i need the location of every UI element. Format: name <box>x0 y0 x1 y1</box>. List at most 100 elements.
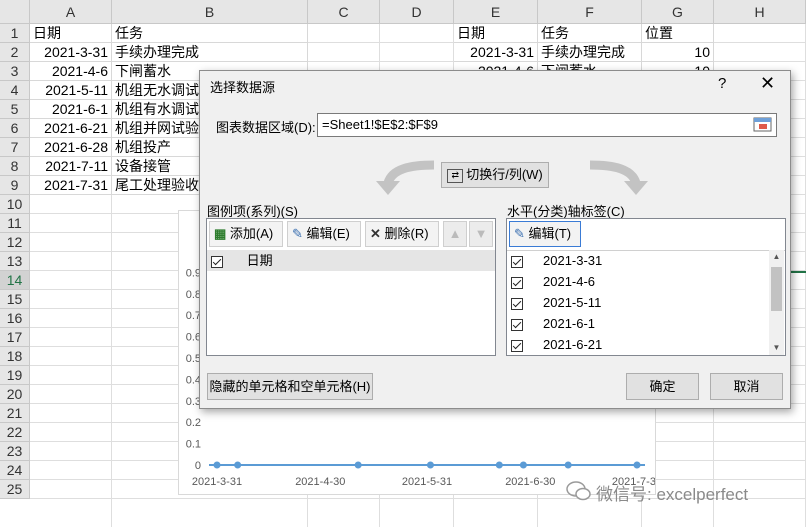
dialog-title: 选择数据源 <box>210 80 276 95</box>
column-header-b[interactable]: B <box>112 0 308 24</box>
switch-icon: ⇄ <box>447 168 464 183</box>
column-header-c[interactable]: C <box>308 0 380 24</box>
add-series-button[interactable]: ▦ 添加(A) <box>209 221 283 247</box>
switch-row-column-label: 切换行/列(W) <box>466 167 543 182</box>
cell-a1[interactable]: 日期 <box>30 24 112 43</box>
help-button[interactable]: ? <box>718 75 726 92</box>
row-header[interactable]: 11 <box>0 214 30 233</box>
cell-a7[interactable]: 2021-6-28 <box>30 138 112 157</box>
column-header-d[interactable]: D <box>380 0 454 24</box>
delete-series-button[interactable]: ✕ 删除(R) <box>365 221 439 247</box>
scroll-down-icon[interactable]: ▼ <box>769 341 784 355</box>
move-up-button[interactable]: ▲ <box>443 221 467 247</box>
data-point <box>564 461 572 469</box>
cell-b1[interactable]: 任务 <box>112 24 308 43</box>
row-header[interactable]: 5 <box>0 100 30 119</box>
axis-list-item[interactable]: 2021-6-1 <box>507 313 767 334</box>
chart-range-input[interactable]: =Sheet1!$E$2:$F$9 <box>317 113 777 137</box>
axis-item-label: 2021-6-1 <box>543 316 596 331</box>
row-header[interactable]: 18 <box>0 347 30 366</box>
scroll-up-icon[interactable]: ▲ <box>769 250 784 264</box>
cell-a2[interactable]: 2021-3-31 <box>30 43 112 62</box>
checkbox-checked-icon[interactable] <box>511 255 523 268</box>
data-point <box>495 461 503 469</box>
column-header-e[interactable]: E <box>454 0 538 24</box>
edit-series-button[interactable]: ✎ 编辑(E) <box>287 221 361 247</box>
axis-list-item[interactable]: 2021-4-6 <box>507 271 767 292</box>
select-data-source-dialog: 选择数据源 ? ✕ 图表数据区域(D): =Sheet1!$E$2:$F$9 ⇄… <box>199 70 791 409</box>
checkbox-checked-icon[interactable] <box>511 318 523 331</box>
row-header[interactable]: 6 <box>0 119 30 138</box>
cancel-button[interactable]: 取消 <box>710 373 783 400</box>
hidden-cells-button[interactable]: 隐藏的单元格和空单元格(H) <box>207 373 373 400</box>
move-down-button[interactable]: ▼ <box>469 221 493 247</box>
watermark: 微信号: excelperfect <box>566 478 796 504</box>
row-header[interactable]: 10 <box>0 195 30 214</box>
row-header[interactable]: 7 <box>0 138 30 157</box>
row-header[interactable]: 3 <box>0 62 30 81</box>
row-header[interactable]: 8 <box>0 157 30 176</box>
row-header[interactable]: 21 <box>0 404 30 423</box>
series-toolbar: ▦ 添加(A) ✎ 编辑(E) ✕ 删除(R) ▲ ▼ <box>207 219 495 251</box>
data-point <box>354 461 362 469</box>
cell-a4[interactable]: 2021-5-11 <box>30 81 112 100</box>
cell-a9[interactable]: 2021-7-31 <box>30 176 112 195</box>
row-header[interactable]: 19 <box>0 366 30 385</box>
row-header[interactable]: 2 <box>0 43 30 62</box>
row-header[interactable]: 16 <box>0 309 30 328</box>
checkbox-checked-icon[interactable] <box>511 276 523 289</box>
switch-row-column-button[interactable]: ⇄ 切换行/列(W) <box>441 162 549 188</box>
checkbox-checked-icon[interactable] <box>511 297 523 310</box>
cell-e2[interactable]: 2021-3-31 <box>454 43 538 62</box>
select-all-corner[interactable] <box>0 0 30 24</box>
ok-button[interactable]: 确定 <box>626 373 699 400</box>
delete-series-label: 删除(R) <box>384 226 429 241</box>
cell-g2[interactable]: 10 <box>642 43 714 62</box>
row-header[interactable]: 14 <box>0 271 30 290</box>
row-header[interactable]: 12 <box>0 233 30 252</box>
row-header[interactable]: 13 <box>0 252 30 271</box>
column-header-f[interactable]: F <box>538 0 642 24</box>
row-header[interactable]: 24 <box>0 461 30 480</box>
cell-a3[interactable]: 2021-4-6 <box>30 62 112 81</box>
cell-b2[interactable]: 手续办理完成 <box>112 43 308 62</box>
column-header-a[interactable]: A <box>30 0 112 24</box>
row-header[interactable]: 9 <box>0 176 30 195</box>
scrollbar-thumb[interactable] <box>771 267 782 311</box>
cell-a6[interactable]: 2021-6-21 <box>30 119 112 138</box>
cell-a8[interactable]: 2021-7-11 <box>30 157 112 176</box>
add-icon: ▦ <box>214 226 227 241</box>
row-header[interactable]: 25 <box>0 480 30 499</box>
axis-list-item[interactable]: 2021-5-11 <box>507 292 767 313</box>
row-header[interactable]: 23 <box>0 442 30 461</box>
close-button[interactable]: ✕ <box>760 73 775 94</box>
checkbox-checked-icon[interactable] <box>211 255 223 268</box>
axis-list-item[interactable]: 2021-3-31 <box>507 250 767 271</box>
row-header[interactable]: 4 <box>0 81 30 100</box>
chart-range-label: 图表数据区域(D): <box>216 120 316 135</box>
column-header-h[interactable]: H <box>714 0 806 24</box>
y-tick-label: 0 <box>195 460 201 472</box>
row-header[interactable]: 20 <box>0 385 30 404</box>
row-header[interactable]: 15 <box>0 290 30 309</box>
cell-f2[interactable]: 手续办理完成 <box>538 43 642 62</box>
add-series-label: 添加(A) <box>229 226 274 241</box>
column-header-g[interactable]: G <box>642 0 714 24</box>
edit-axis-button[interactable]: ✎ 编辑(T) <box>509 221 581 247</box>
edit-series-label: 编辑(E) <box>306 226 350 241</box>
axis-toolbar: ✎ 编辑(T) <box>507 219 785 251</box>
axis-scrollbar[interactable]: ▲ ▼ <box>769 250 784 355</box>
row-header[interactable]: 17 <box>0 328 30 347</box>
row-header[interactable]: 22 <box>0 423 30 442</box>
cell-e1[interactable]: 日期 <box>454 24 538 43</box>
checkbox-checked-icon[interactable] <box>511 339 523 352</box>
cell-f1[interactable]: 任务 <box>538 24 642 43</box>
axis-item-label: 2021-3-31 <box>543 253 603 268</box>
series-list-item[interactable]: 日期 <box>207 250 495 271</box>
row-header[interactable]: 1 <box>0 24 30 43</box>
cell-g1[interactable]: 位置 <box>642 24 714 43</box>
data-point <box>234 461 242 469</box>
cell-a5[interactable]: 2021-6-1 <box>30 100 112 119</box>
axis-list-item[interactable]: 2021-6-21 <box>507 334 767 355</box>
range-select-icon[interactable] <box>752 115 774 135</box>
